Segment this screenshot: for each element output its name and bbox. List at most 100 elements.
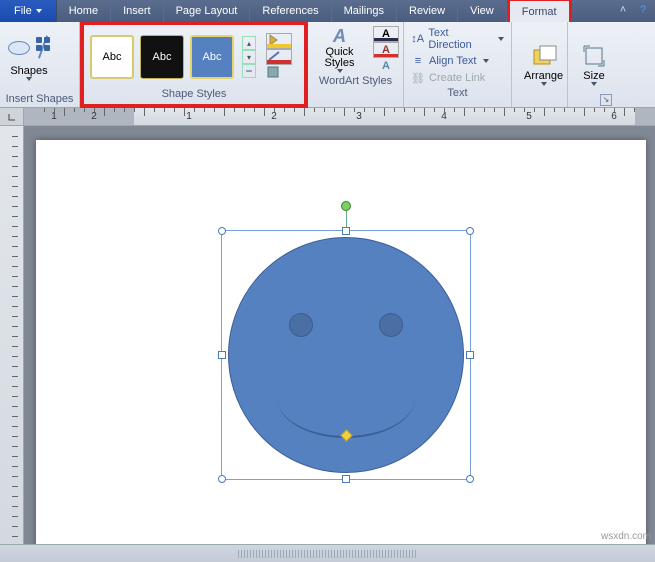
shapes-button-label: Shapes — [10, 65, 47, 77]
ruler-number: 5 — [526, 111, 532, 122]
align-text-icon: ≡ — [411, 54, 425, 68]
quick-styles-dropdown-icon — [337, 69, 343, 73]
resize-handle-ne[interactable] — [466, 227, 474, 235]
tab-home-label: Home — [69, 5, 98, 17]
help-icon[interactable]: ? — [635, 2, 651, 18]
create-link-button: ⛓ Create Link — [408, 70, 507, 86]
ruler-number: 1 — [51, 111, 57, 122]
resize-handle-se[interactable] — [466, 475, 474, 483]
gallery-more[interactable]: ＝ — [242, 64, 256, 78]
text-effects-button[interactable]: A — [373, 58, 399, 74]
text-fill-button[interactable]: A — [373, 26, 399, 42]
tab-file-label: File — [14, 5, 32, 17]
group-size: Size ↘ — [568, 22, 618, 107]
shape-selection-box[interactable] — [221, 230, 471, 480]
swatch-3-label: Abc — [203, 51, 222, 63]
shapes-gallery-button[interactable]: Shapes — [4, 33, 54, 83]
ruler-number: 2 — [91, 111, 97, 122]
smiley-mouth — [277, 358, 415, 438]
wordart-letter-icon: A — [333, 26, 346, 47]
text-outline-button[interactable]: A — [373, 42, 399, 58]
horizontal-scroll-grip[interactable] — [238, 550, 418, 558]
shape-style-gallery[interactable]: Abc Abc Abc ▴ ▾ ＝ — [90, 33, 292, 81]
page — [36, 140, 646, 544]
title-bar-controls: ˄ ? — [615, 2, 651, 18]
group-text: ↕A Text Direction ≡ Align Text ⛓ Create … — [404, 22, 512, 107]
minimize-ribbon-icon[interactable]: ˄ — [615, 2, 631, 18]
swatch-2-label: Abc — [153, 51, 172, 63]
style-gallery-scroll: ▴ ▾ ＝ — [242, 36, 256, 78]
text-direction-button[interactable]: ↕A Text Direction — [408, 26, 507, 52]
group-insert-shapes: Shapes Insert Shapes — [0, 22, 80, 107]
vertical-ruler[interactable] — [0, 126, 24, 544]
size-button[interactable]: Size — [572, 40, 616, 88]
link-icon: ⛓ — [411, 71, 425, 85]
resize-handle-w[interactable] — [218, 351, 226, 359]
quick-styles-label: Quick Styles — [312, 47, 367, 69]
resize-handle-s[interactable] — [342, 475, 350, 483]
size-launcher-icon[interactable]: ↘ — [600, 94, 612, 106]
arrange-dropdown-icon — [541, 82, 547, 86]
size-icon — [580, 42, 608, 70]
gallery-scroll-down[interactable]: ▾ — [242, 50, 256, 64]
ribbon: Shapes Insert Shapes Abc Abc Abc ▴ ▾ ＝ — [0, 22, 655, 108]
shape-fill-button[interactable] — [266, 33, 292, 49]
create-link-label: Create Link — [429, 72, 485, 84]
tab-view-label: View — [470, 5, 494, 17]
align-text-label: Align Text — [429, 55, 477, 67]
size-dropdown-icon — [591, 82, 597, 86]
tab-page-layout-label: Page Layout — [176, 5, 238, 17]
file-dropdown-icon — [36, 9, 42, 13]
wordart-extra: A A A — [373, 26, 399, 74]
align-text-button[interactable]: ≡ Align Text — [408, 53, 507, 69]
watermark: wsxdn.com — [601, 531, 651, 542]
arrange-label: Arrange — [524, 70, 563, 82]
group-arrange: Arrange — [512, 22, 568, 107]
swatch-1-label: Abc — [103, 51, 122, 63]
tab-review-label: Review — [409, 5, 445, 17]
shape-outline-button[interactable] — [266, 49, 292, 65]
document-area[interactable] — [24, 126, 655, 544]
smiley-right-eye — [379, 313, 403, 337]
horizontal-ruler[interactable]: 12123456 — [24, 108, 655, 126]
smiley-face-shape[interactable] — [228, 237, 464, 473]
tab-home[interactable]: Home — [57, 0, 111, 22]
tab-insert[interactable]: Insert — [111, 0, 164, 22]
tab-view[interactable]: View — [458, 0, 507, 22]
resize-handle-sw[interactable] — [218, 475, 226, 483]
size-label: Size — [583, 70, 604, 82]
status-bar — [0, 544, 655, 562]
tab-mailings-label: Mailings — [344, 5, 384, 17]
tab-bar: File Home Insert Page Layout References … — [0, 0, 655, 22]
resize-handle-e[interactable] — [466, 351, 474, 359]
rotation-handle-icon[interactable] — [341, 201, 351, 211]
tab-selector-icon — [7, 112, 17, 122]
tab-references-label: References — [262, 5, 318, 17]
tab-mailings[interactable]: Mailings — [332, 0, 397, 22]
align-text-dropdown-icon — [483, 59, 489, 63]
resize-handle-nw[interactable] — [218, 227, 226, 235]
resize-handle-n[interactable] — [342, 227, 350, 235]
ruler-corner[interactable] — [0, 108, 24, 126]
tab-format[interactable]: Format — [507, 0, 572, 22]
ruler-number: 6 — [611, 111, 617, 122]
tab-references[interactable]: References — [250, 0, 331, 22]
shape-style-swatch-2[interactable]: Abc — [140, 35, 184, 79]
ruler-number: 1 — [186, 111, 192, 122]
shapes-gallery-icon — [8, 35, 50, 65]
ruler-number: 2 — [271, 111, 277, 122]
shape-style-swatch-3[interactable]: Abc — [190, 35, 234, 79]
tab-review[interactable]: Review — [397, 0, 458, 22]
group-shape-styles: Abc Abc Abc ▴ ▾ ＝ Shape Styles — [80, 21, 308, 108]
gallery-scroll-up[interactable]: ▴ — [242, 36, 256, 50]
arrange-button[interactable]: Arrange — [516, 40, 571, 88]
text-direction-dropdown-icon — [498, 37, 504, 41]
arrange-icon — [530, 42, 558, 70]
tab-file[interactable]: File — [0, 0, 57, 22]
shape-effects-button[interactable] — [266, 65, 292, 81]
shape-style-swatch-1[interactable]: Abc — [90, 35, 134, 79]
tab-page-layout[interactable]: Page Layout — [164, 0, 251, 22]
group-wordart-label: WordArt Styles — [312, 74, 399, 89]
shape-format-extra — [266, 33, 292, 81]
quick-styles-button[interactable]: A Quick Styles — [312, 26, 367, 73]
